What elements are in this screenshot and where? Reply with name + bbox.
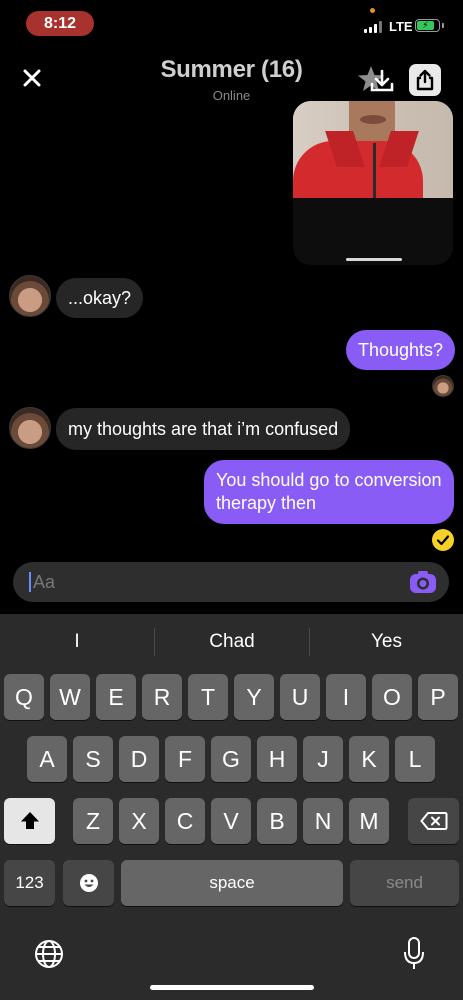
key-p[interactable]: P <box>418 674 458 720</box>
key-v[interactable]: V <box>211 798 251 844</box>
message-text: ...okay? <box>68 287 132 308</box>
numbers-key[interactable]: 123 <box>4 860 55 906</box>
message-text: Thoughts? <box>358 339 444 360</box>
key-m[interactable]: M <box>349 798 389 844</box>
avatar[interactable] <box>9 275 51 317</box>
network-label: LTE <box>389 19 413 34</box>
key-j[interactable]: J <box>303 736 343 782</box>
shared-photo-card[interactable] <box>293 101 453 265</box>
key-e[interactable]: E <box>96 674 136 720</box>
emoji-icon[interactable] <box>63 860 114 906</box>
key-u[interactable]: U <box>280 674 320 720</box>
read-receipt-avatar <box>432 375 454 397</box>
key-t[interactable]: T <box>188 674 228 720</box>
key-q[interactable]: Q <box>4 674 44 720</box>
key-a[interactable]: A <box>27 736 67 782</box>
suggestion-3[interactable]: Yes <box>310 614 463 670</box>
key-y[interactable]: Y <box>234 674 274 720</box>
chat-header: Summer (16) Online <box>0 50 463 106</box>
send-key[interactable]: send <box>350 860 459 906</box>
key-z[interactable]: Z <box>73 798 113 844</box>
key-r[interactable]: R <box>142 674 182 720</box>
microphone-icon[interactable] <box>402 936 426 972</box>
delivered-check-icon <box>432 529 454 551</box>
keyboard: I Chad Yes Q W E R T Y U I O P A S D F G… <box>0 614 463 1000</box>
key-w[interactable]: W <box>50 674 90 720</box>
camera-icon[interactable] <box>408 567 438 597</box>
space-key[interactable]: space <box>121 860 343 906</box>
message-bubble-incoming[interactable]: my thoughts are that i’m confused <box>56 408 351 450</box>
message-text: my thoughts are that i’m confused <box>68 418 339 439</box>
message-input[interactable] <box>33 562 393 602</box>
key-k[interactable]: K <box>349 736 389 782</box>
suggestion-2[interactable]: Chad <box>155 614 309 670</box>
key-x[interactable]: X <box>119 798 159 844</box>
status-time[interactable]: 8:12 <box>26 11 94 36</box>
key-h[interactable]: H <box>257 736 297 782</box>
status-bar: 8:12 LTE ⚡ <box>0 0 463 44</box>
download-icon[interactable] <box>368 67 396 95</box>
shift-icon[interactable] <box>4 798 55 844</box>
text-cursor <box>29 572 31 592</box>
camera-in-use-indicator <box>370 8 375 13</box>
avatar[interactable] <box>9 407 51 449</box>
globe-icon[interactable] <box>33 938 65 970</box>
battery-tip <box>442 23 444 28</box>
key-l[interactable]: L <box>395 736 435 782</box>
message-bubble-outgoing[interactable]: Thoughts? <box>346 330 456 370</box>
battery-charging-icon: ⚡ <box>415 19 440 32</box>
home-indicator[interactable] <box>150 985 314 990</box>
message-bubble-incoming[interactable]: ...okay? <box>56 278 144 318</box>
key-s[interactable]: S <box>73 736 113 782</box>
key-d[interactable]: D <box>119 736 159 782</box>
backspace-icon[interactable] <box>408 798 459 844</box>
message-composer[interactable] <box>13 562 449 602</box>
message-text: You should go to conversion therapy then <box>216 470 442 513</box>
share-icon[interactable] <box>409 64 441 96</box>
shared-photo[interactable] <box>293 101 453 198</box>
key-n[interactable]: N <box>303 798 343 844</box>
key-o[interactable]: O <box>372 674 412 720</box>
key-g[interactable]: G <box>211 736 251 782</box>
message-bubble-outgoing[interactable]: You should go to conversion therapy then <box>204 460 454 524</box>
signal-icon <box>364 21 382 33</box>
chat-screen: 8:12 LTE ⚡ Summer (16) Online ...okay? T… <box>0 0 463 1000</box>
suggestion-1[interactable]: I <box>0 614 154 670</box>
key-b[interactable]: B <box>257 798 297 844</box>
key-c[interactable]: C <box>165 798 205 844</box>
key-f[interactable]: F <box>165 736 205 782</box>
media-drag-handle[interactable] <box>346 258 402 261</box>
key-i[interactable]: I <box>326 674 366 720</box>
